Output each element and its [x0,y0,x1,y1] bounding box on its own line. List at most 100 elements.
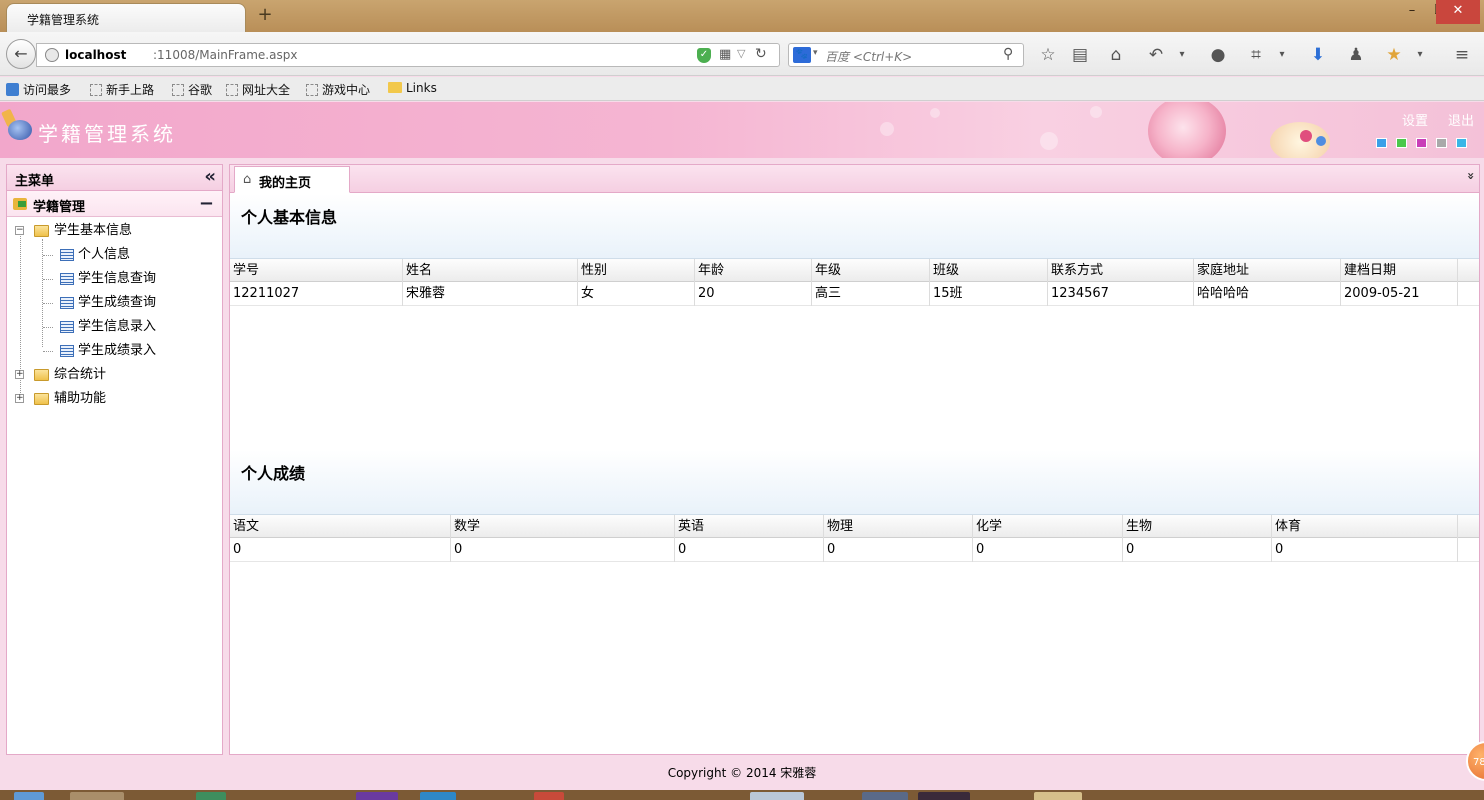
crop-dropdown-icon[interactable]: ▾ [1270,44,1294,66]
star-icon[interactable]: ☆ [1036,44,1060,66]
tree-node-student-score-query[interactable]: 学生成绩查询 [7,291,222,315]
tree-node-auxiliary[interactable]: + 辅助功能 [7,387,222,411]
new-tab-button[interactable]: + [252,4,278,28]
app-logo-icon [1,108,34,146]
column-header[interactable]: 建档日期 [1341,259,1458,283]
taskbar-app[interactable] [862,792,908,800]
close-window-button[interactable]: ✕ [1436,0,1480,24]
app-header: 学籍管理系统 设置 退出 [0,102,1484,158]
logout-link[interactable]: 退出 [1448,110,1474,129]
tree-node-personal-info[interactable]: 个人信息 [7,243,222,267]
column-header[interactable]: 生物 [1123,515,1272,539]
column-header[interactable]: 化学 [973,515,1123,539]
addon-icon[interactable]: ★ [1382,44,1406,66]
theme-swatch-blue[interactable] [1376,138,1387,148]
search-input[interactable]: 🐾 ▾ 百度 <Ctrl+K> ⚲ [788,43,1024,67]
tree-expand-icon[interactable]: + [15,370,24,379]
column-header[interactable]: 语文 [230,515,451,539]
tree-node-student-info-entry[interactable]: 学生信息录入 [7,315,222,339]
reading-list-icon[interactable]: ▤ [1068,44,1092,66]
taskbar-app[interactable] [918,792,970,800]
address-bar[interactable]: localhost :11008/MainFrame.aspx ✓ ▦ ▽ ↻ [36,43,780,67]
home-icon: ⌂ [243,172,252,187]
tree-expand-icon[interactable]: + [15,394,24,403]
crop-icon[interactable]: ⌗ [1244,44,1268,66]
accordion-collapse-icon[interactable]: − [199,193,214,214]
tree-node-label: 学生信息录入 [78,319,157,334]
column-header[interactable]: 学号 [230,259,403,283]
search-go-icon[interactable]: ⚲ [1003,46,1013,62]
column-header[interactable]: 年龄 [695,259,812,283]
qr-code-icon[interactable]: ▦ [719,47,731,62]
column-header[interactable]: 英语 [675,515,824,539]
browser-tab-title: 学籍管理系统 [27,13,100,27]
tab-list-dropdown-icon[interactable]: » [1464,172,1478,180]
undo-icon[interactable]: ↶ [1144,44,1168,66]
bookmark-google[interactable]: 谷歌 [172,81,212,98]
tree-node-student-info-query[interactable]: 学生信息查询 [7,267,222,291]
bookmark-most-visited[interactable]: 访问最多 [6,81,71,98]
menu-tree: − 学生基本信息 个人信息 学生信息查询 学生成绩查询 学生信息录入 学生成绩录… [7,217,222,411]
bookmark-game-center[interactable]: 游戏中心 [306,81,370,98]
decoration [1090,106,1102,118]
column-header[interactable]: 体育 [1272,515,1458,539]
tab-my-home[interactable]: ⌂ 我的主页 [234,166,350,193]
bookmark-getting-started[interactable]: 新手上路 [90,81,154,98]
scores-table: 语文 数学 英语 物理 化学 生物 体育 0 0 0 0 0 0 0 [230,514,1479,562]
column-header[interactable]: 物理 [824,515,973,539]
taskbar-app[interactable] [750,792,804,800]
download-icon[interactable]: ⬇ [1306,44,1330,66]
taskbar-app[interactable] [70,792,124,800]
history-dropdown-icon[interactable]: ▽ [737,47,745,60]
theme-swatch-purple[interactable] [1416,138,1427,148]
tree-node-student-basic-info[interactable]: − 学生基本信息 [7,219,222,243]
column-header[interactable]: 性别 [578,259,695,283]
column-header[interactable]: 家庭地址 [1194,259,1341,283]
table-row[interactable]: 12211027 宋雅蓉 女 20 高三 15班 1234567 哈哈哈哈 20… [230,282,1479,306]
home-icon[interactable]: ⌂ [1104,44,1128,66]
column-header[interactable]: 姓名 [403,259,578,283]
minimize-button[interactable]: – [1398,0,1426,24]
table-cell: 0 [451,538,675,562]
accordion-header-student-records[interactable]: 学籍管理 − [7,191,222,217]
undo-dropdown-icon[interactable]: ▾ [1170,44,1194,66]
table-header-row: 学号 姓名 性别 年龄 年级 班级 联系方式 家庭地址 建档日期 [230,258,1479,283]
search-engine-icon[interactable]: 🐾 [793,47,811,63]
taskbar-app[interactable] [196,792,226,800]
collapse-sidebar-icon[interactable]: « [204,167,216,187]
taskbar-app[interactable] [420,792,456,800]
column-header[interactable]: 年级 [812,259,930,283]
back-button[interactable]: ← [6,39,36,69]
column-header[interactable]: 联系方式 [1048,259,1194,283]
tree-collapse-icon[interactable]: − [15,226,24,235]
tree-node-statistics[interactable]: + 综合统计 [7,363,222,387]
bookmark-links-folder[interactable]: Links [388,81,437,95]
search-engine-dropdown-icon[interactable]: ▾ [813,48,818,58]
table-cell: 女 [578,282,695,306]
start-icon[interactable] [14,792,44,800]
theme-swatch-gray[interactable] [1436,138,1447,148]
column-header[interactable]: 数学 [451,515,675,539]
theme-swatch-cyan[interactable] [1456,138,1467,148]
reload-icon[interactable]: ↻ [755,46,767,62]
taskbar-app[interactable] [1034,792,1082,800]
menu-icon[interactable]: ≡ [1450,44,1474,66]
user-icon[interactable]: ♟ [1344,44,1368,66]
module-icon [13,198,27,210]
chat-icon[interactable]: ● [1206,44,1230,66]
theme-swatch-green[interactable] [1396,138,1407,148]
shield-icon[interactable]: ✓ [697,48,711,63]
table-row[interactable]: 0 0 0 0 0 0 0 [230,538,1479,562]
column-header[interactable]: 班级 [930,259,1048,283]
table-cell: 0 [1123,538,1272,562]
page-icon [60,321,74,333]
browser-tab[interactable]: 学籍管理系统 [6,3,246,32]
settings-link[interactable]: 设置 [1402,110,1428,129]
tree-node-student-score-entry[interactable]: 学生成绩录入 [7,339,222,363]
bookmark-url-directory[interactable]: 网址大全 [226,81,290,98]
taskbar-app[interactable] [534,792,564,800]
addon-dropdown-icon[interactable]: ▾ [1408,44,1432,66]
main-menu-panel: 主菜单 « 学籍管理 − − 学生基本信息 个人信息 学生信息查询 学生成绩查询 [6,164,223,755]
tree-node-label: 个人信息 [78,247,131,262]
taskbar-app[interactable] [356,792,398,800]
